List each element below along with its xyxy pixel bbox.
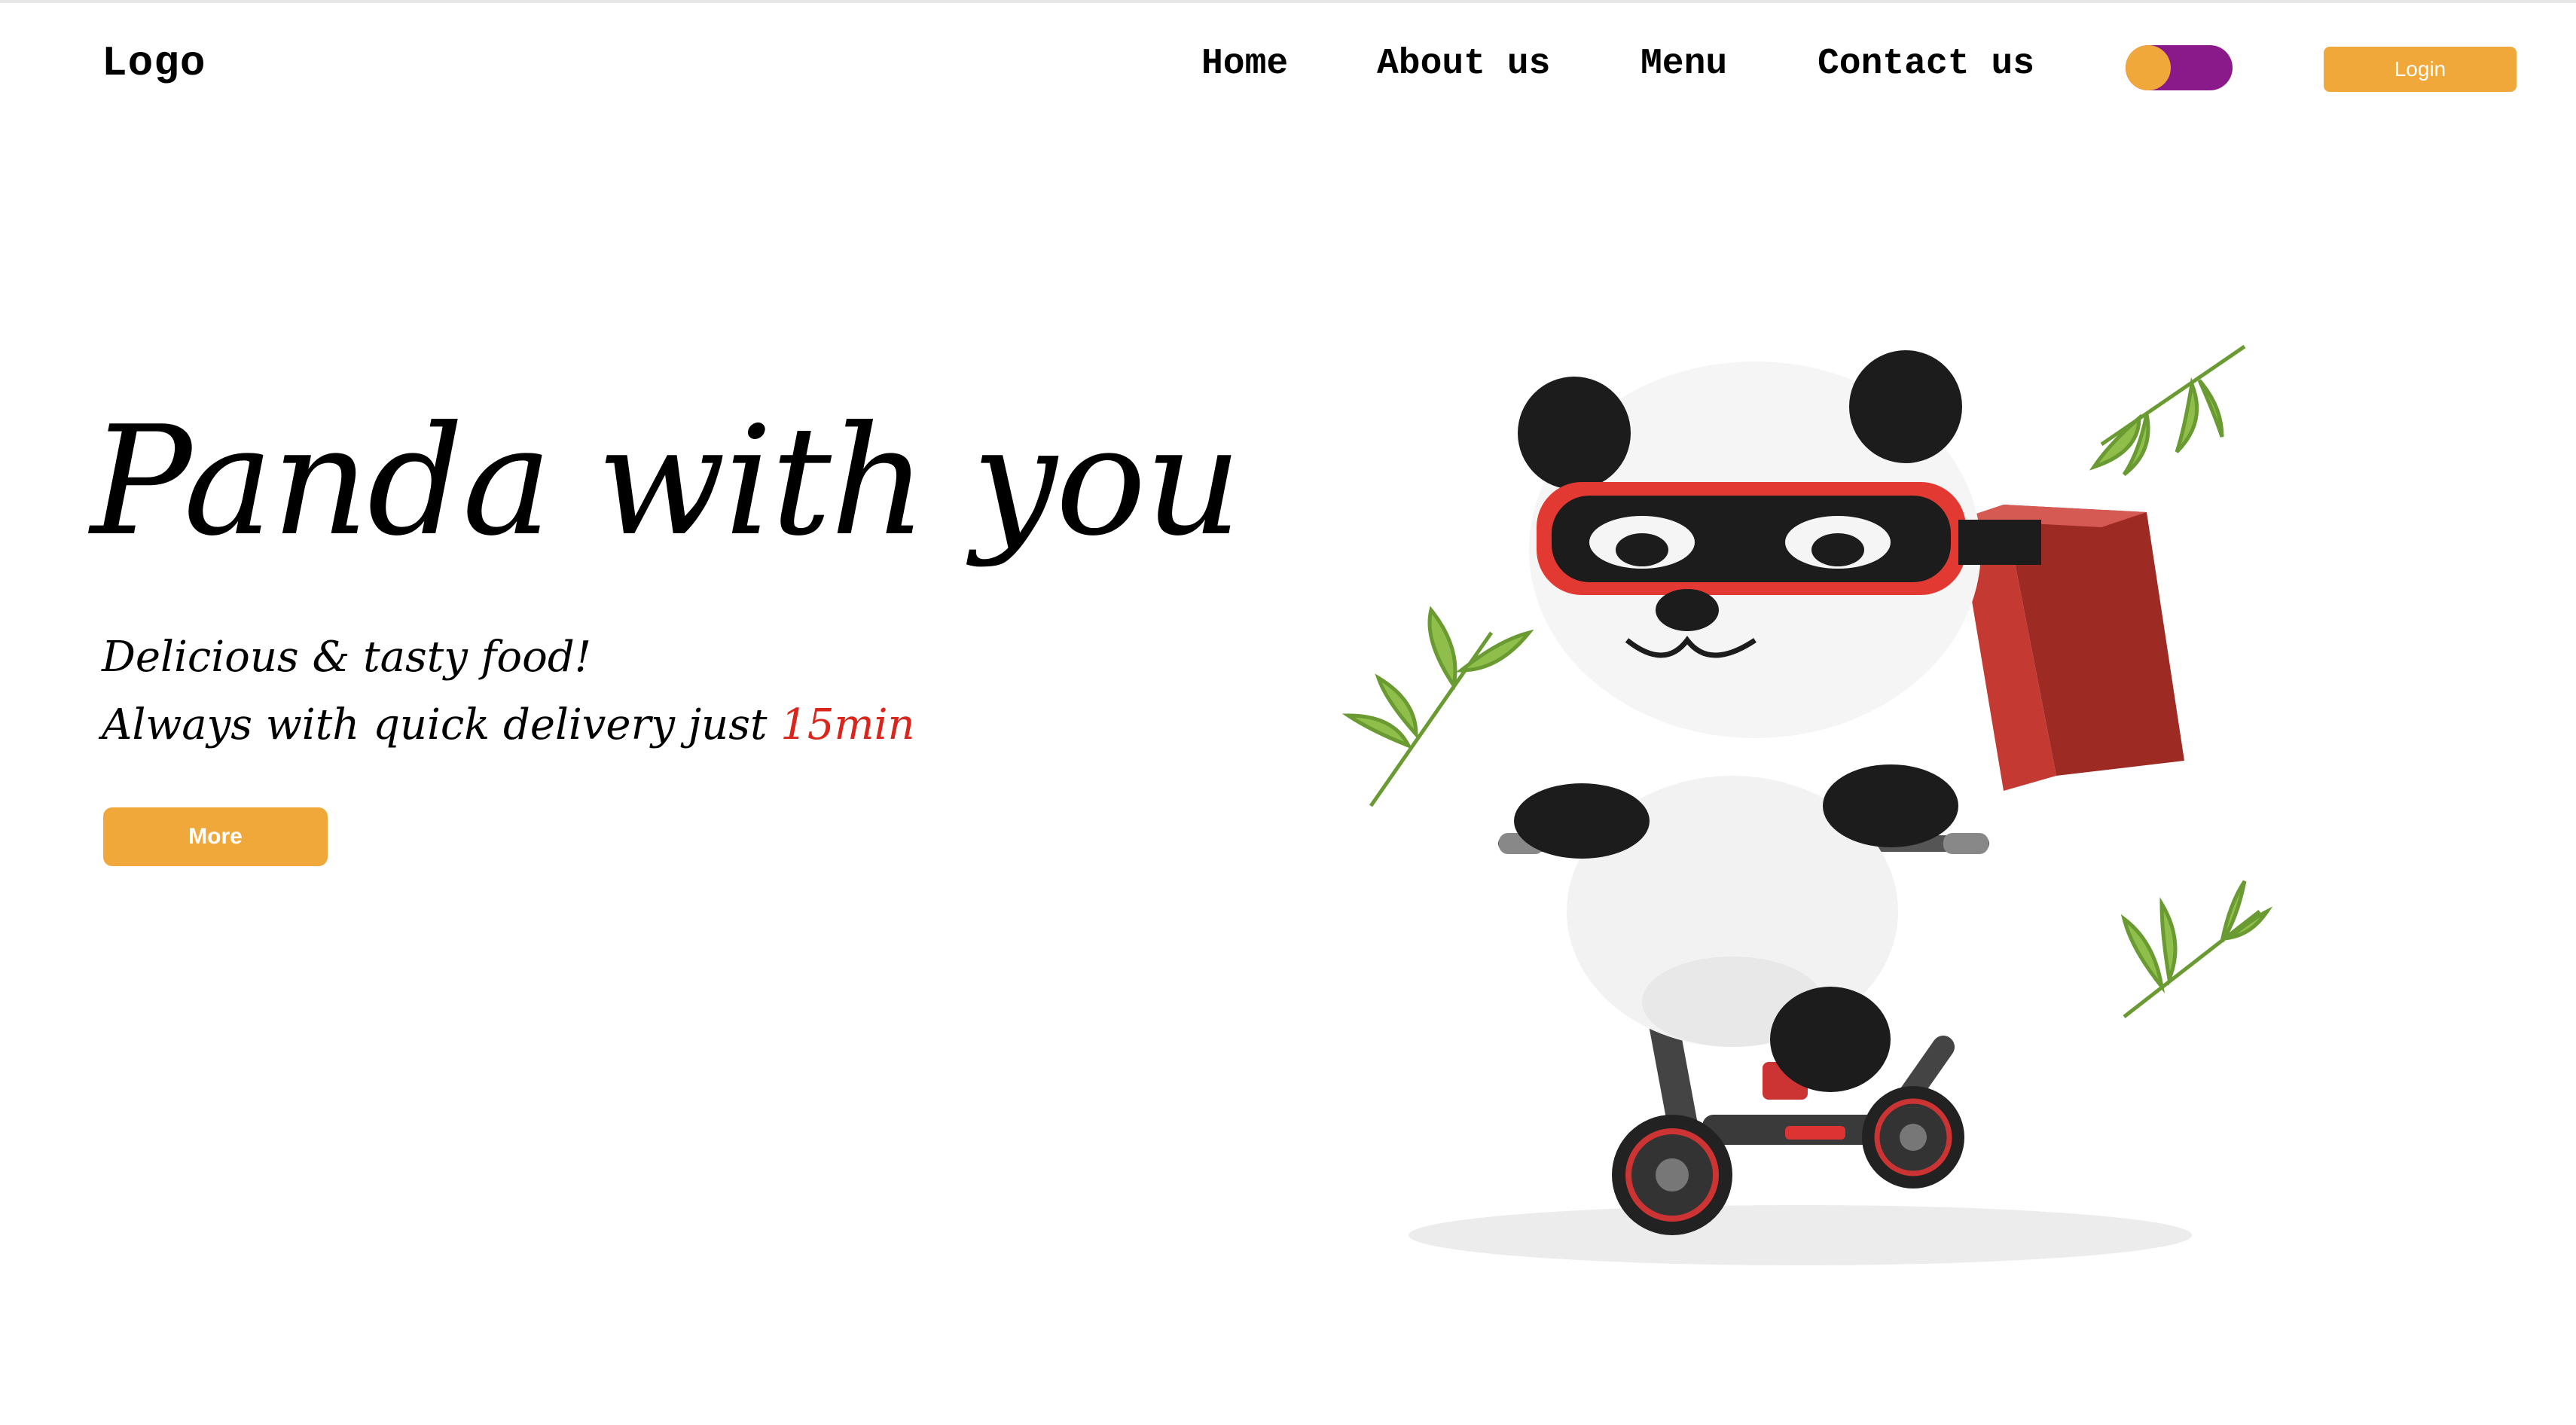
subtitle-text: Always with quick delivery just xyxy=(102,700,781,749)
panda-icon xyxy=(1514,350,2041,1092)
theme-toggle[interactable] xyxy=(2126,45,2233,90)
login-button[interactable]: Login xyxy=(2324,47,2516,92)
toggle-knob xyxy=(2126,45,2171,90)
ground-shadow xyxy=(1409,1205,2192,1265)
panda-scooter-illustration xyxy=(1341,344,2273,1265)
nav-menu[interactable]: Menu xyxy=(1641,44,1727,84)
delivery-time-highlight: 15min xyxy=(780,700,915,749)
hero-subtitle-line2: Always with quick delivery just 15min xyxy=(102,700,915,749)
nav-about-us[interactable]: About us xyxy=(1377,44,1550,84)
hero-title: Panda with you xyxy=(90,394,1242,569)
top-border xyxy=(0,0,2576,3)
nav-contact-us[interactable]: Contact us xyxy=(1818,44,2034,84)
bamboo-left-icon xyxy=(1341,606,1534,807)
hero-subtitle-line1: Delicious & tasty food! xyxy=(102,633,592,682)
bamboo-top-right-icon xyxy=(2089,344,2246,476)
logo[interactable]: Logo xyxy=(102,39,206,87)
bamboo-bottom-right-icon xyxy=(2120,880,2273,1018)
nav-home[interactable]: Home xyxy=(1201,44,1288,84)
more-button[interactable]: More xyxy=(103,807,328,866)
